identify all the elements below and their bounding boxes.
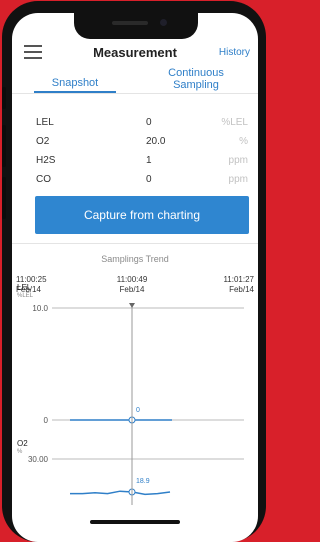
gas-unit: %LEL <box>221 117 248 128</box>
lel-y-tick-top: 10.0 <box>32 304 48 313</box>
tab-continuous-label-line2: Sampling <box>173 79 219 91</box>
home-indicator <box>90 520 180 524</box>
o2-cursor-value: 18.9 <box>136 478 150 485</box>
lel-cursor-value: 0 <box>136 407 140 414</box>
lel-unit-label: %LEL <box>17 293 34 299</box>
speaker <box>112 21 148 25</box>
tab-continuous-sampling[interactable]: Continuous Sampling <box>146 67 246 91</box>
gas-unit: % <box>239 136 248 147</box>
lel-y-tick-zero: 0 <box>44 416 49 425</box>
reading-row-co: CO 0 ppm <box>12 174 258 188</box>
section-divider <box>12 243 258 244</box>
gas-value: 0 <box>146 117 152 128</box>
tab-snapshot-label: Snapshot <box>51 77 99 89</box>
lel-series-label: LEL <box>17 283 32 292</box>
gas-value: 20.0 <box>146 136 166 147</box>
notch <box>74 13 198 39</box>
gas-name: O2 <box>36 136 50 147</box>
o2-series-label: O2 <box>17 439 28 448</box>
phone-frame: Measurement History Snapshot Continuous … <box>2 1 266 542</box>
gas-name: CO <box>36 174 51 185</box>
camera-icon <box>160 19 167 26</box>
reading-row-o2: O2 20.0 % <box>12 136 258 150</box>
gas-name: H2S <box>36 155 56 166</box>
tab-continuous-label-line1: Continuous <box>168 67 224 79</box>
tab-divider <box>12 93 258 94</box>
trend-title: Samplings Trend <box>101 254 169 264</box>
tab-snapshot[interactable]: Snapshot <box>32 71 118 89</box>
history-link[interactable]: History <box>219 47 250 58</box>
gas-unit: ppm <box>228 174 248 185</box>
app-header: Measurement History <box>12 41 258 67</box>
cursor-triangle-icon <box>129 303 135 308</box>
o2-unit-label: % <box>17 449 23 455</box>
samplings-trend-chart[interactable]: LEL %LEL 10.0 0 0 O2 % 30.00 18.9 <box>12 265 258 505</box>
gas-value: 1 <box>146 155 152 166</box>
gas-name: LEL <box>36 117 54 128</box>
o2-series-line <box>70 490 171 496</box>
reading-row-lel: LEL 0 %LEL <box>12 117 258 131</box>
capture-from-charting-button[interactable]: Capture from charting <box>35 196 249 234</box>
side-button <box>2 177 6 219</box>
gas-unit: ppm <box>228 155 248 166</box>
side-button <box>2 87 6 109</box>
side-button <box>2 125 6 167</box>
o2-y-tick-top: 30.00 <box>28 455 49 464</box>
screen: Measurement History Snapshot Continuous … <box>12 13 258 542</box>
reading-row-h2s: H2S 1 ppm <box>12 155 258 169</box>
gas-value: 0 <box>146 174 152 185</box>
